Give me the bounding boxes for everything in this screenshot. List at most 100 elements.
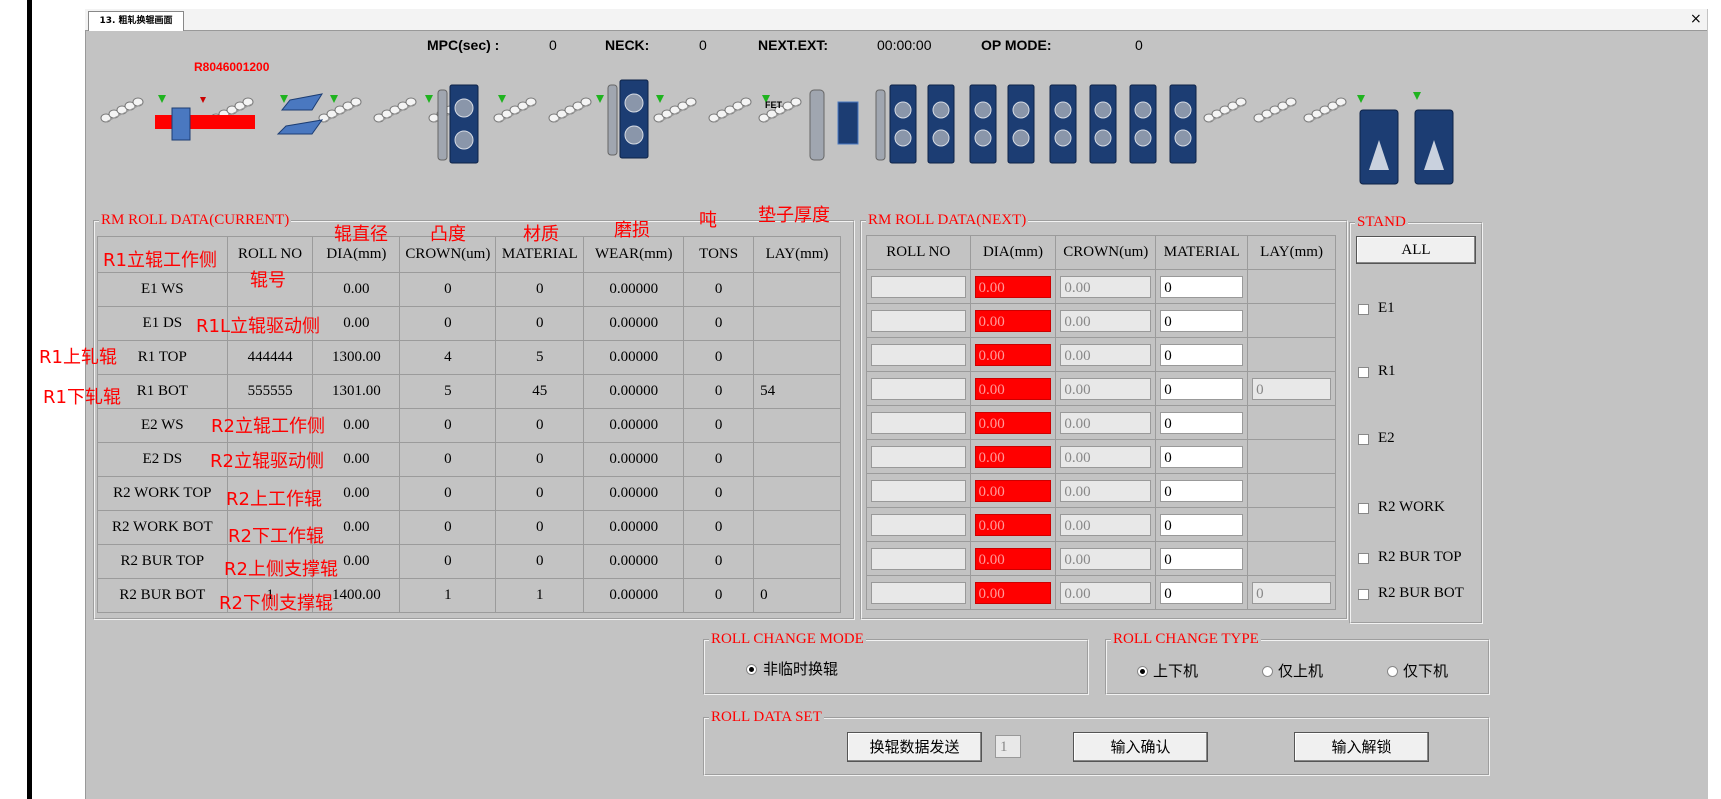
next-roll-no-input[interactable]: [871, 445, 966, 468]
next-crown-input[interactable]: 0.00: [1060, 275, 1152, 298]
current-cell-lay: 54: [753, 374, 841, 409]
next-material-input[interactable]: 0: [1160, 513, 1244, 536]
next-lay-input[interactable]: 0: [1252, 377, 1331, 400]
next-roll-no-input[interactable]: [871, 581, 966, 604]
current-cell-roll-no: 444444: [226, 340, 314, 375]
type-label-up-down: 上下机: [1153, 662, 1199, 680]
next-material-input[interactable]: 0: [1160, 343, 1244, 366]
current-cell-material: 0: [495, 306, 585, 341]
current-cell-stand: R2 WORK TOP: [97, 476, 228, 511]
next-crown-input[interactable]: 0.00: [1060, 581, 1152, 604]
next-crown-input[interactable]: 0.00: [1060, 343, 1152, 366]
stand-label-e2: E2: [1378, 430, 1395, 446]
annotation-tons: 吨: [699, 210, 717, 231]
stand-checkbox-r1[interactable]: [1358, 367, 1369, 378]
next-roll-no-input[interactable]: [871, 513, 966, 536]
next-roll-no-input[interactable]: [871, 309, 966, 332]
stand-label-e1: E1: [1378, 300, 1395, 316]
next-cell-material: 0: [1155, 541, 1249, 576]
stand-label-r2-work: R2 WORK: [1378, 499, 1445, 515]
current-cell-crown: 0: [399, 408, 497, 443]
next-cell-material: 0: [1155, 269, 1249, 304]
stand-checkbox-r2-bur-bot[interactable]: [1358, 589, 1369, 600]
current-row: E2 DS 0.00 0 0 0.00000 0: [97, 442, 841, 477]
next-row: 0.00 0.00 0: [866, 439, 1336, 474]
next-crown-input[interactable]: 0.00: [1060, 411, 1152, 434]
next-roll-no-input[interactable]: [871, 411, 966, 434]
stand-label-r2-bur-top: R2 BUR TOP: [1378, 549, 1462, 565]
next-lay-input[interactable]: 0: [1252, 581, 1331, 604]
next-material-input[interactable]: 0: [1160, 377, 1244, 400]
next-material-input[interactable]: 0: [1160, 411, 1244, 434]
next-crown-input[interactable]: 0.00: [1060, 309, 1152, 332]
stand-checkbox-e1[interactable]: [1358, 304, 1369, 315]
type-radio-up-only[interactable]: [1262, 666, 1273, 677]
next-dia-input[interactable]: 0.00: [974, 411, 1052, 434]
next-cell-roll-no: [866, 541, 971, 576]
current-cell-crown: 0: [399, 442, 497, 477]
next-cell-crown: 0.00: [1055, 303, 1157, 338]
stand-checkbox-e2[interactable]: [1358, 434, 1369, 445]
current-cell-tons: 0: [683, 272, 755, 307]
next-dia-input[interactable]: 0.00: [974, 479, 1052, 502]
current-row: R1 BOT 555555 1301.00 5 45 0.00000 0 54: [97, 374, 841, 409]
next-cell-dia: 0.00: [969, 541, 1057, 576]
next-ext-value: 00:00:00: [877, 37, 932, 53]
tab-roll-change[interactable]: 13. 粗轧换辊画面: [88, 11, 184, 31]
send-roll-data-button[interactable]: 换辊数据发送: [847, 732, 982, 762]
unlock-input-button[interactable]: 输入解锁: [1294, 732, 1429, 762]
mode-radio[interactable]: [746, 664, 757, 675]
next-dia-input[interactable]: 0.00: [974, 581, 1052, 604]
annotation-e1ds: R1L立辊驱动侧: [196, 316, 320, 337]
next-crown-input[interactable]: 0.00: [1060, 547, 1152, 570]
next-header-lay: LAY(mm): [1247, 235, 1336, 270]
annotation-r1bot: R1下轧辊: [43, 387, 121, 408]
current-row: R2 BUR TOP 0.00 0 0 0.00000 0: [97, 544, 841, 579]
next-cell-dia: 0.00: [969, 507, 1057, 542]
stand-checkbox-r2-bur-top[interactable]: [1358, 553, 1369, 564]
next-roll-no-input[interactable]: [871, 479, 966, 502]
type-radio-down-only[interactable]: [1387, 666, 1398, 677]
next-roll-no-input[interactable]: [871, 343, 966, 366]
confirm-input-button[interactable]: 输入确认: [1073, 732, 1208, 762]
next-material-input[interactable]: 0: [1160, 275, 1244, 298]
next-dia-input[interactable]: 0.00: [974, 275, 1052, 298]
current-row: E1 WS 0.00 0 0 0.00000 0: [97, 272, 841, 307]
next-material-input[interactable]: 0: [1160, 479, 1244, 502]
next-roll-no-input[interactable]: [871, 275, 966, 298]
current-cell-material: 0: [495, 544, 585, 579]
next-crown-input[interactable]: 0.00: [1060, 479, 1152, 502]
stand-checkbox-r2-work[interactable]: [1358, 503, 1369, 514]
next-material-input[interactable]: 0: [1160, 547, 1244, 570]
next-dia-input[interactable]: 0.00: [974, 547, 1052, 570]
next-dia-input[interactable]: 0.00: [974, 343, 1052, 366]
count-input[interactable]: 1: [995, 735, 1021, 758]
next-cell-lay: [1247, 507, 1336, 542]
next-crown-input[interactable]: 0.00: [1060, 445, 1152, 468]
next-dia-input[interactable]: 0.00: [974, 513, 1052, 536]
next-dia-input[interactable]: 0.00: [974, 309, 1052, 332]
current-cell-wear: 0.00000: [583, 544, 685, 579]
current-cell-stand: E2 WS: [97, 408, 228, 443]
stand-all-button[interactable]: ALL: [1356, 236, 1476, 264]
right-edge: [1708, 0, 1721, 799]
current-cell-roll-no: 555555: [226, 374, 314, 409]
type-radio-up-down[interactable]: [1137, 666, 1148, 677]
current-cell-tons: 0: [683, 442, 755, 477]
current-cell-crown: 4: [399, 340, 497, 375]
next-material-input[interactable]: 0: [1160, 309, 1244, 332]
next-header-material: MATERIAL: [1155, 235, 1249, 270]
next-roll-no-input[interactable]: [871, 377, 966, 400]
next-dia-input[interactable]: 0.00: [974, 445, 1052, 468]
current-row: R2 BUR BOT 1 1400.00 1 1 0.00000 0 0: [97, 578, 841, 613]
next-roll-table: ROLL NO DIA(mm) CROWN(um) MATERIAL LAY(m…: [866, 235, 1336, 610]
current-header-lay: LAY(mm): [753, 236, 841, 273]
next-material-input[interactable]: 0: [1160, 445, 1244, 468]
current-cell-dia: 1301.00: [312, 374, 401, 409]
next-material-input[interactable]: 0: [1160, 581, 1244, 604]
close-button[interactable]: ×: [1690, 10, 1702, 28]
next-roll-no-input[interactable]: [871, 547, 966, 570]
next-crown-input[interactable]: 0.00: [1060, 377, 1152, 400]
next-dia-input[interactable]: 0.00: [974, 377, 1052, 400]
next-crown-input[interactable]: 0.00: [1060, 513, 1152, 536]
